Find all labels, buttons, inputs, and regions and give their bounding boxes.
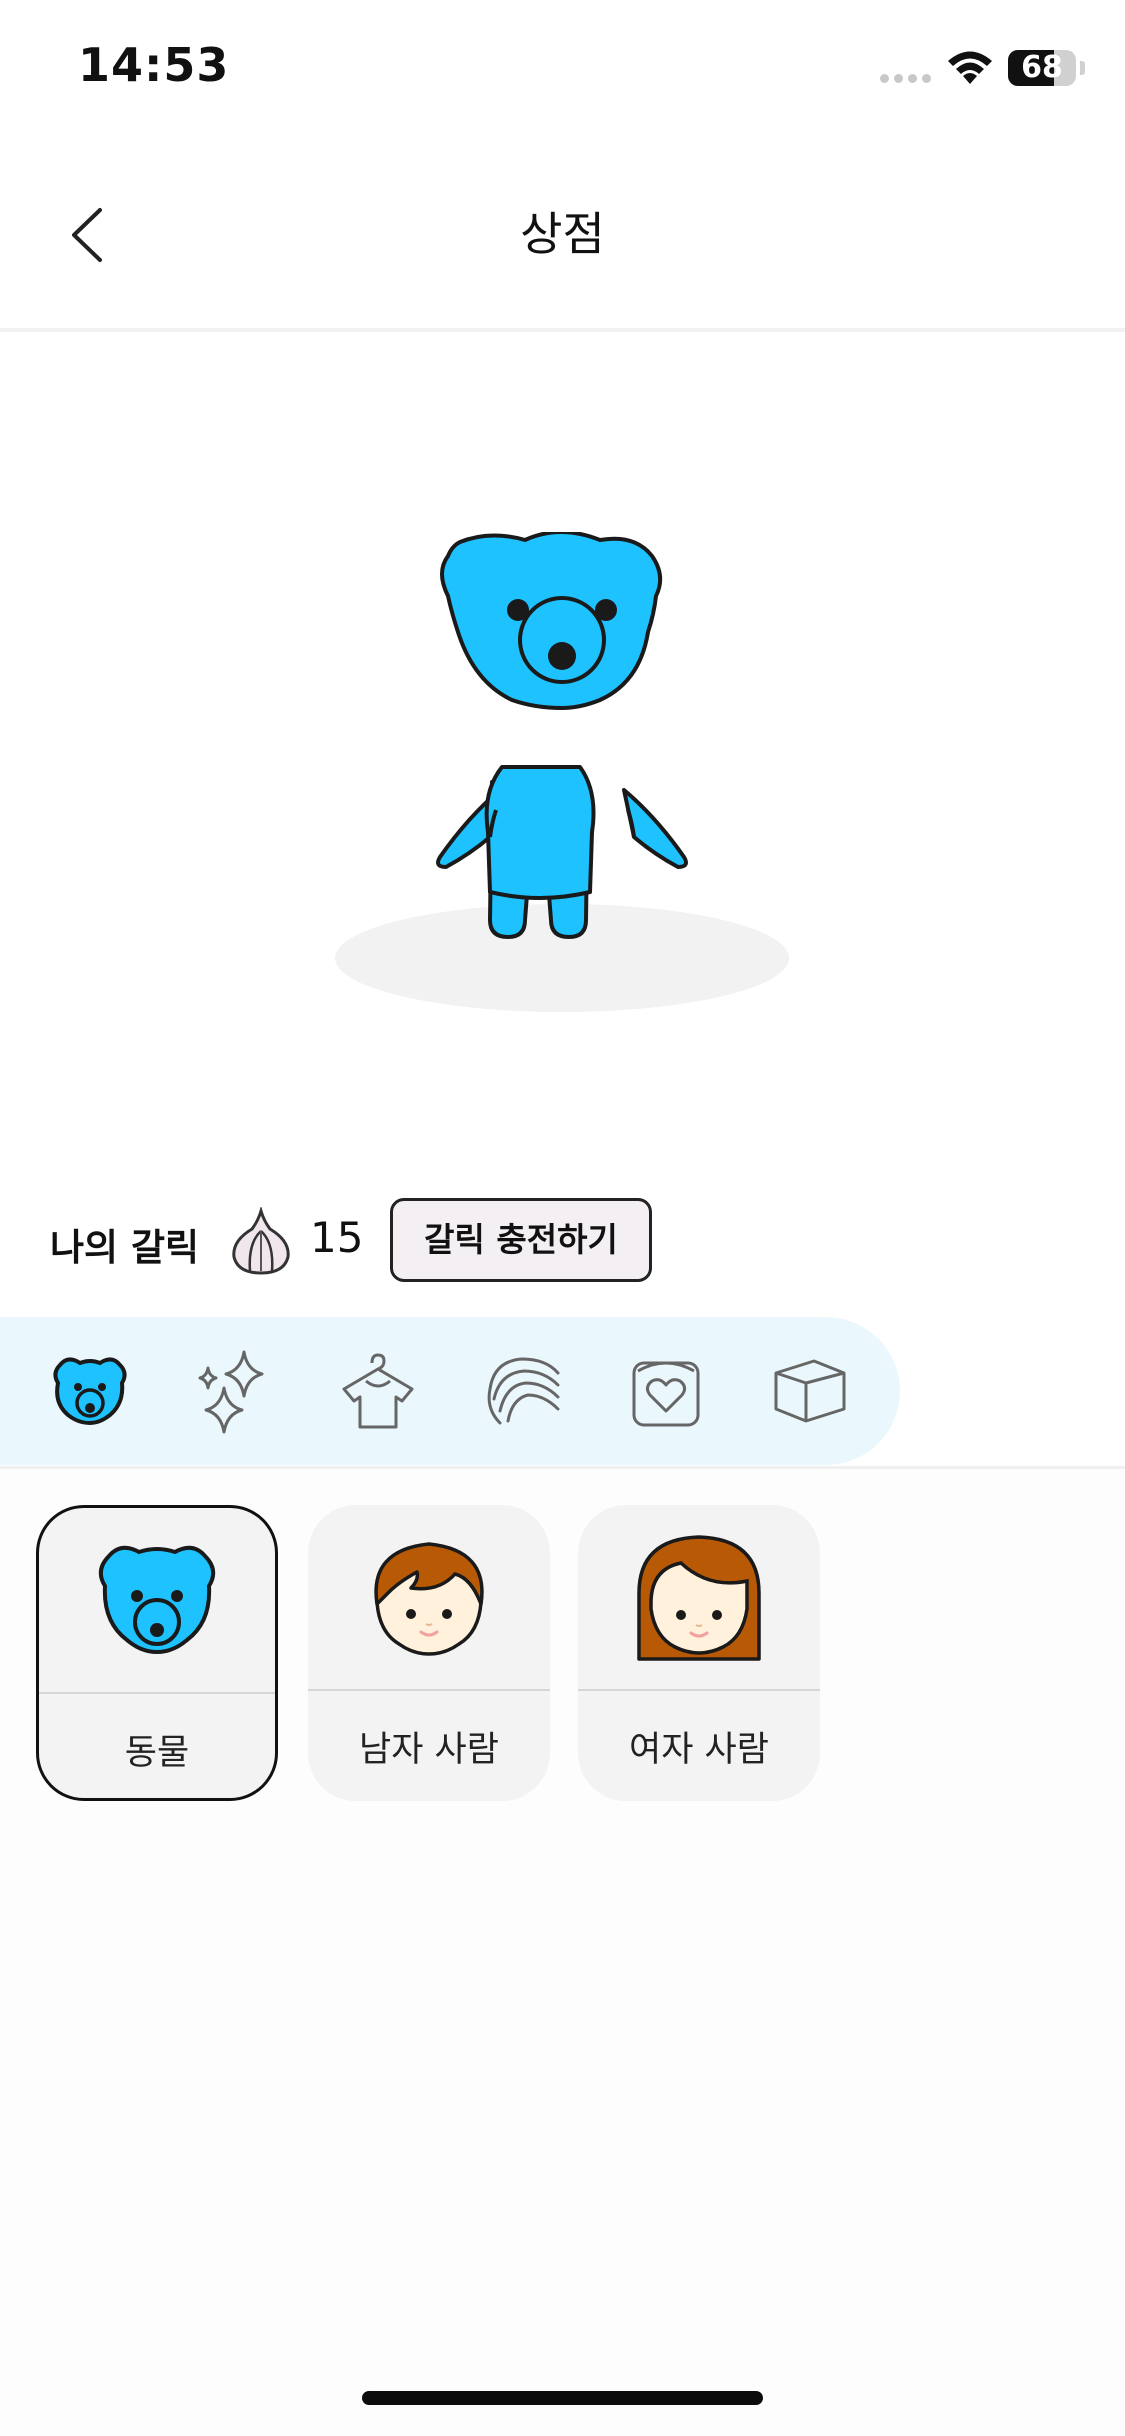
- status-bar: 14:53 68: [0, 0, 1125, 140]
- page-title: 상점: [520, 207, 605, 261]
- wifi-icon: [948, 51, 992, 84]
- items-panel: 동물 남자 사람 여자 사람: [0, 1469, 1125, 2436]
- item-card-animal[interactable]: 동물: [36, 1505, 278, 1801]
- garlic-count: 15: [310, 1213, 364, 1262]
- tab-effects[interactable]: [180, 1337, 288, 1445]
- boy-face-icon: [374, 1542, 484, 1656]
- garlic-icon: [232, 1207, 290, 1275]
- bear-character[interactable]: [430, 532, 694, 952]
- bear-face-icon: [98, 1545, 216, 1655]
- bear-icon: [53, 1357, 127, 1426]
- cellular-signal-icon: [880, 74, 932, 84]
- tab-animal[interactable]: [36, 1337, 144, 1445]
- item-separator: [308, 1689, 550, 1691]
- item-thumbnail: [308, 1505, 550, 1689]
- garlic-balance-label: 나의 갈릭: [50, 1226, 200, 1269]
- tab-items[interactable]: [612, 1337, 720, 1445]
- item-separator: [578, 1689, 820, 1691]
- home-indicator: [362, 2391, 763, 2405]
- battery-cap: [1080, 61, 1085, 75]
- nav-bar: 상점: [0, 140, 1125, 332]
- heart-bag-icon: [632, 1361, 700, 1427]
- character-stage: [0, 332, 1125, 1152]
- tab-background[interactable]: [756, 1337, 864, 1445]
- item-label: 여자 사람: [629, 1730, 769, 1770]
- item-card-boy[interactable]: 남자 사람: [308, 1505, 550, 1801]
- battery-level: 68: [1021, 50, 1063, 85]
- item-card-girl[interactable]: 여자 사람: [578, 1505, 820, 1801]
- item-separator: [39, 1692, 275, 1694]
- item-label: 동물: [124, 1733, 190, 1773]
- tab-clothes[interactable]: [324, 1337, 432, 1445]
- item-thumbnail: [39, 1508, 275, 1692]
- item-label: 남자 사람: [359, 1730, 499, 1770]
- garlic-balance-row: 나의 갈릭 15 갈릭 충전하기: [0, 1195, 1125, 1287]
- category-tab-bar: [0, 1317, 900, 1465]
- shirt-hanger-icon: [342, 1353, 414, 1429]
- item-thumbnail: [578, 1505, 820, 1689]
- tab-hair[interactable]: [468, 1337, 576, 1445]
- battery-icon: 68: [1008, 50, 1076, 86]
- hair-icon: [487, 1357, 560, 1425]
- girl-face-icon: [637, 1535, 761, 1661]
- status-time: 14:53: [78, 38, 230, 92]
- cube-icon: [774, 1359, 846, 1423]
- sparkles-icon: [198, 1350, 264, 1434]
- charge-garlic-button[interactable]: 갈릭 충전하기: [390, 1198, 652, 1282]
